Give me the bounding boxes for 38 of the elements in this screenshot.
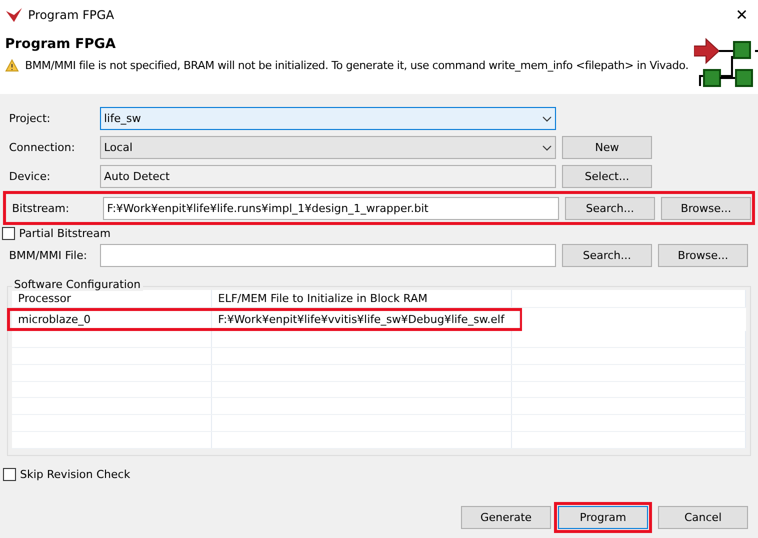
input-field[interactable]: F:¥Work¥enpit¥life¥life.runs¥impl_1¥design_1_wrapper.bit: [103, 196, 559, 220]
dialog-button[interactable]: Browse...: [661, 196, 751, 220]
dialog-button[interactable]: Browse...: [658, 244, 748, 267]
input-field[interactable]: [100, 244, 556, 267]
dialog-button[interactable]: Search...: [565, 196, 655, 220]
field-value: F:¥Work¥enpit¥life¥life.runs¥impl_1¥design_1_wrapper.bit: [107, 202, 428, 214]
checkbox-label: Skip Revision Check: [20, 468, 130, 480]
group-title: Software Configuration: [12, 278, 143, 291]
dialog-button[interactable]: Select...: [562, 165, 652, 188]
checkbox[interactable]: [3, 468, 16, 480]
column-header: Processor: [12, 290, 212, 307]
column-header: ELF/MEM File to Initialize in Block RAM: [212, 290, 512, 307]
input-field[interactable]: Auto Detect: [100, 165, 556, 188]
app-logo-icon: [6, 8, 22, 22]
dialog-button[interactable]: Cancel: [658, 506, 748, 529]
window-title: Program FPGA: [28, 8, 116, 22]
dropdown[interactable]: life_sw: [100, 107, 556, 130]
dropdown[interactable]: Local: [100, 136, 556, 159]
warning-icon: [5, 59, 19, 72]
checkbox[interactable]: [2, 226, 15, 240]
dialog-heading: Program FPGA: [5, 36, 117, 52]
field-value: Local: [104, 141, 133, 154]
dialog-button[interactable]: Program: [558, 506, 648, 529]
dialog-button[interactable]: Search...: [562, 244, 652, 267]
field-label: BMM/MMI File:: [9, 249, 88, 262]
field-label: Device:: [9, 170, 52, 183]
checkbox-label: Partial Bitstream: [19, 226, 111, 240]
table-cell[interactable]: F:¥Work¥enpit¥life¥vvitis¥life_sw¥Debug¥life_sw.elf: [212, 311, 520, 328]
close-button[interactable]: ✕: [727, 1, 757, 29]
field-label: Bitstream:: [12, 202, 70, 214]
field-label: Project:: [9, 112, 52, 125]
warning-message: BMM/MMI file is not specified, BRAM will not be initialized. To generate it, use command write_mem_info <filepath> in Vivado.: [25, 59, 688, 72]
dialog-button[interactable]: New: [562, 136, 652, 159]
field-label: Connection:: [9, 141, 76, 154]
field-value: Auto Detect: [104, 170, 170, 183]
field-value: life_sw: [104, 112, 141, 125]
table-cell[interactable]: microblaze_0: [12, 311, 212, 328]
dialog-button[interactable]: Generate: [461, 506, 551, 529]
